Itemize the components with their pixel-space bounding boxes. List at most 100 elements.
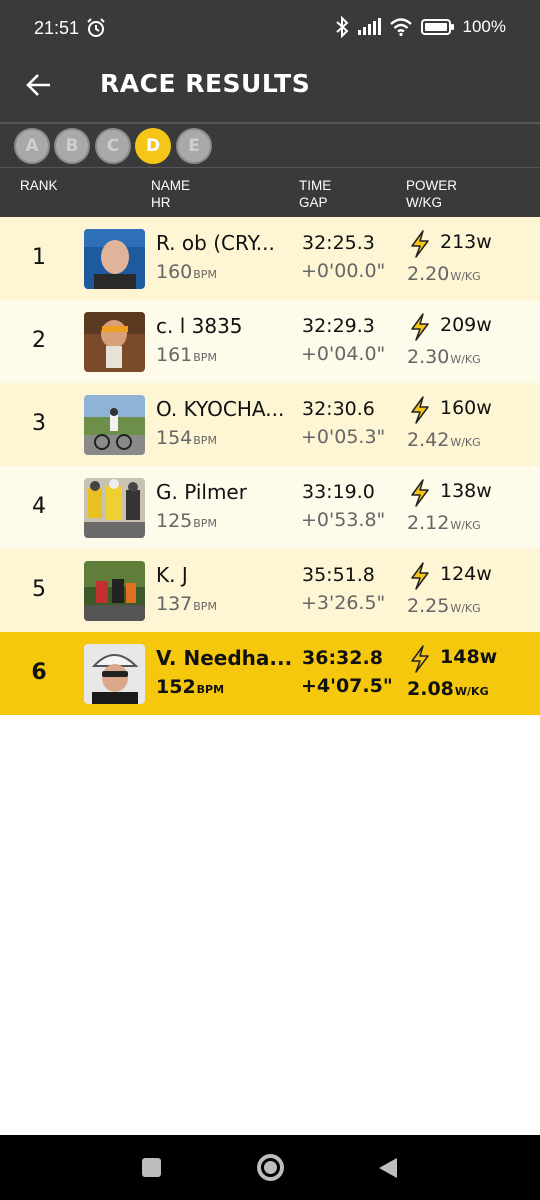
bpm-unit: BPM (196, 683, 225, 696)
power-watts: 148w (440, 646, 498, 668)
rider-avatar[interactable] (84, 644, 145, 704)
wkg-unit: W/KG (450, 602, 481, 615)
app-header: RACE RESULTS (0, 46, 540, 122)
status-bar: 21:51 100% (0, 0, 540, 46)
rank: 2 (32, 328, 46, 353)
power-watts: 124w (440, 563, 492, 585)
rider-avatar[interactable] (84, 561, 145, 621)
system-nav-bar (0, 1135, 540, 1200)
wkg-value: 2.08 (407, 678, 454, 700)
bpm-unit: BPM (193, 517, 217, 530)
lightning-bolt-icon (411, 230, 429, 258)
time-gap: +0'53.8" (301, 509, 386, 531)
category-tab-d[interactable]: D (135, 128, 171, 164)
category-tab-c[interactable]: C (95, 128, 131, 164)
finish-time: 33:19.0 (302, 481, 375, 503)
power-wkg: 2.30W/KG (407, 346, 481, 368)
power-wkg: 2.20W/KG (407, 263, 481, 285)
rider-name: K. J (156, 563, 188, 587)
heart-rate: 161BPM (156, 344, 217, 366)
rider-avatar[interactable] (84, 229, 145, 289)
time-gap: +3'26.5" (301, 592, 386, 614)
column-rank: RANK (20, 177, 58, 194)
finish-time: 32:25.3 (302, 232, 375, 254)
category-tab-b[interactable]: B (54, 128, 90, 164)
lightning-bolt-icon (411, 396, 429, 424)
time-gap: +0'05.3" (301, 426, 386, 448)
lightning-bolt-icon (411, 313, 429, 341)
recent-apps-button[interactable] (142, 1158, 161, 1177)
rank: 3 (32, 411, 46, 436)
heart-rate: 160BPM (156, 261, 217, 283)
rank: 5 (32, 577, 46, 602)
bluetooth-icon (335, 16, 348, 38)
result-row[interactable]: 1 R. ob (CRY... 160BPM 32:25.3 +0'00.0" … (0, 217, 540, 300)
rider-name: c. l 3835 (156, 314, 243, 338)
rank: 6 (31, 660, 47, 685)
heart-rate-value: 160 (156, 261, 193, 283)
alarm-icon (87, 18, 105, 37)
wkg-value: 2.42 (407, 429, 450, 451)
power-wkg: 2.08W/KG (407, 678, 489, 700)
result-row[interactable]: 3 O. KYOCHA... 154BPM 32:30.6 +0'05.3" 1… (0, 383, 540, 466)
wifi-icon (389, 18, 412, 36)
result-row-current-user[interactable]: 6 V. Needha... 152BPM 36:32.8 +4'07.5" 1… (0, 632, 540, 715)
wkg-unit: W/KG (450, 270, 481, 283)
result-row[interactable]: 2 c. l 3835 161BPM 32:29.3 +0'04.0" 209w… (0, 300, 540, 383)
time-gap: +4'07.5" (301, 675, 393, 697)
battery-icon (420, 19, 454, 35)
heart-rate: 137BPM (156, 593, 217, 615)
rider-avatar[interactable] (84, 395, 145, 455)
column-name-label: NAME (151, 178, 191, 193)
bpm-unit: BPM (193, 351, 217, 364)
lightning-bolt-icon (411, 479, 429, 507)
rider-avatar[interactable] (84, 312, 145, 372)
nav-back-icon[interactable] (377, 1156, 399, 1180)
heart-rate: 125BPM (156, 510, 217, 532)
heart-rate: 152BPM (156, 676, 224, 698)
page-title: RACE RESULTS (100, 69, 311, 98)
result-row[interactable]: 5 K. J 137BPM 35:51.8 +3'26.5" 124w 2.25… (0, 549, 540, 632)
power-wkg: 2.12W/KG (407, 512, 481, 534)
power-watts: 138w (440, 480, 492, 502)
home-button[interactable] (257, 1154, 284, 1181)
back-arrow-icon[interactable] (26, 72, 52, 98)
category-tab-e[interactable]: E (176, 128, 212, 164)
bpm-unit: BPM (193, 434, 217, 447)
power-wkg: 2.25W/KG (407, 595, 481, 617)
bpm-unit: BPM (193, 600, 217, 613)
column-wkg-label: W/KG (406, 195, 442, 210)
results-column-header: RANK NAME HR TIME GAP POWER W/KG (0, 167, 540, 217)
status-time: 21:51 (34, 18, 80, 38)
rider-name: V. Needha... (156, 646, 293, 670)
heart-rate-value: 152 (156, 676, 196, 698)
column-name-hr: NAME HR (151, 177, 190, 211)
lightning-bolt-icon (411, 645, 429, 673)
wkg-value: 2.12 (407, 512, 450, 534)
wkg-unit: W/KG (454, 685, 489, 698)
finish-time: 35:51.8 (302, 564, 375, 586)
heart-rate-value: 137 (156, 593, 193, 615)
wkg-unit: W/KG (450, 519, 481, 532)
column-power-label: POWER (406, 178, 458, 193)
rider-name: O. KYOCHA... (156, 397, 285, 421)
column-time-label: TIME (299, 178, 332, 193)
rider-avatar[interactable] (84, 478, 145, 538)
bpm-unit: BPM (193, 268, 217, 281)
time-gap: +0'04.0" (301, 343, 386, 365)
finish-time: 32:29.3 (302, 315, 375, 337)
result-row[interactable]: 4 G. Pilmer 125BPM 33:19.0 +0'53.8" 138w… (0, 466, 540, 549)
time-gap: +0'00.0" (301, 260, 386, 282)
heart-rate-value: 125 (156, 510, 193, 532)
wkg-value: 2.30 (407, 346, 450, 368)
power-watts: 160w (440, 397, 492, 419)
wkg-value: 2.20 (407, 263, 450, 285)
power-watts: 209w (440, 314, 492, 336)
power-watts: 213w (440, 231, 492, 253)
signal-icon (357, 18, 381, 35)
column-gap-label: GAP (299, 195, 328, 210)
finish-time: 36:32.8 (302, 647, 383, 669)
wkg-unit: W/KG (450, 436, 481, 449)
category-tab-a[interactable]: A (14, 128, 50, 164)
heart-rate-value: 161 (156, 344, 193, 366)
